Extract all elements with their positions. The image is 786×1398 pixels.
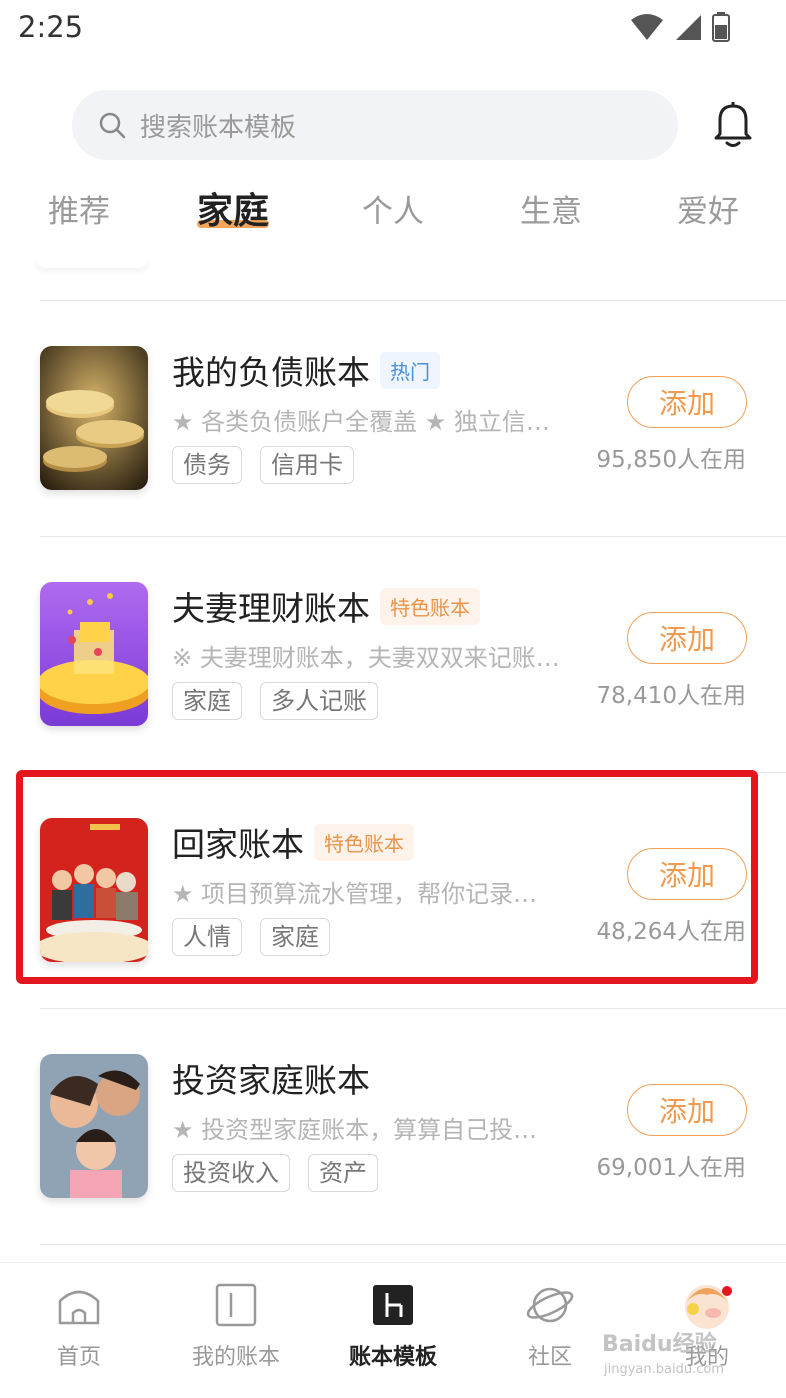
nav-community[interactable]: 社区 — [490, 1281, 610, 1371]
template-thumbnail — [40, 346, 148, 490]
tab-personal[interactable]: 个人 — [362, 186, 424, 231]
search-icon — [99, 112, 126, 139]
user-count: 95,850人在用 — [596, 447, 746, 473]
add-button[interactable]: 添加 — [627, 376, 747, 428]
nav-label: 我的账本 — [191, 1345, 280, 1370]
tag-list: 家庭 多人记账 — [172, 682, 378, 720]
search-placeholder: 搜索账本模板 — [140, 112, 297, 143]
watermark: Baidu经验 — [602, 1332, 717, 1357]
tab-family-label: 家庭 — [197, 191, 270, 232]
avatar-icon — [685, 1285, 732, 1329]
status-time: 2:25 — [18, 10, 84, 44]
tag: 多人记账 — [260, 682, 378, 720]
template-description: ★ 投资型家庭账本，算算自己投… — [172, 1116, 538, 1144]
tag-list: 债务 信用卡 — [172, 446, 354, 484]
search-input[interactable]: 搜索账本模板 — [72, 90, 678, 160]
category-tabs: 推荐 家庭 个人 生意 爱好 — [0, 186, 786, 246]
watermark-url: jingyan.baidu.com — [604, 1362, 724, 1377]
highlight-box — [16, 770, 758, 984]
add-button[interactable]: 添加 — [627, 1084, 747, 1136]
tab-hobby[interactable]: 爱好 — [677, 186, 739, 231]
nav-templates[interactable]: 账本模板 — [333, 1281, 453, 1371]
tab-family[interactable]: 家庭 — [197, 182, 270, 234]
nav-home[interactable]: 首页 — [19, 1281, 139, 1371]
user-count: 78,410人在用 — [596, 683, 746, 709]
list-item[interactable]: 投资家庭账本 ★ 投资型家庭账本，算算自己投… 投资收入 资产 添加 69,00… — [0, 1008, 786, 1208]
tab-recommend[interactable]: 推荐 — [48, 186, 110, 231]
nav-label: 账本模板 — [348, 1345, 437, 1370]
list-item[interactable]: 夫妻理财账本 特色账本 ※ 夫妻理财账本，夫妻双双来记账… 家庭 多人记账 添加 … — [0, 536, 786, 736]
tag: 家庭 — [172, 682, 242, 720]
title-text: 我的负债账本 — [172, 353, 370, 392]
nav-my-books[interactable]: 我的账本 — [176, 1281, 296, 1371]
notification-button[interactable] — [710, 100, 756, 152]
tag-list: 投资收入 资产 — [172, 1154, 378, 1192]
template-thumbnail — [40, 1054, 148, 1198]
signal-icon — [676, 15, 701, 40]
home-icon — [58, 1290, 100, 1325]
divider — [40, 1244, 786, 1245]
list-item[interactable]: 我的负债账本 热门 ★ 各类负债账户全覆盖 ★ 独立信… 债务 信用卡 添加 95… — [0, 300, 786, 500]
template-icon — [373, 1285, 413, 1325]
tag: 投资收入 — [172, 1154, 290, 1192]
book-icon — [215, 1283, 257, 1327]
template-thumbnail — [40, 582, 148, 726]
title-text: 夫妻理财账本 — [172, 589, 370, 628]
status-bar: 2:25 — [0, 0, 786, 56]
template-title: 夫妻理财账本 特色账本 — [172, 582, 480, 630]
template-description: ※ 夫妻理财账本，夫妻双双来记账… — [172, 644, 560, 672]
template-title: 我的负债账本 热门 — [172, 346, 440, 394]
user-count: 69,001人在用 — [596, 1155, 746, 1181]
tag: 资产 — [308, 1154, 378, 1192]
nav-label: 社区 — [527, 1345, 572, 1370]
status-icons — [630, 12, 730, 42]
tab-business[interactable]: 生意 — [520, 186, 582, 231]
previous-card-edge — [36, 256, 148, 268]
hot-badge: 热门 — [380, 352, 440, 389]
wifi-icon — [631, 14, 663, 40]
featured-badge: 特色账本 — [380, 588, 480, 625]
nav-label: 首页 — [56, 1345, 101, 1370]
template-description: ★ 各类负债账户全覆盖 ★ 独立信… — [172, 408, 550, 436]
template-title: 投资家庭账本 — [172, 1061, 370, 1100]
tag: 信用卡 — [260, 446, 354, 484]
tag: 债务 — [172, 446, 242, 484]
add-button[interactable]: 添加 — [627, 612, 747, 664]
bell-icon — [714, 102, 752, 147]
battery-icon — [712, 12, 730, 42]
planet-icon — [526, 1287, 574, 1323]
